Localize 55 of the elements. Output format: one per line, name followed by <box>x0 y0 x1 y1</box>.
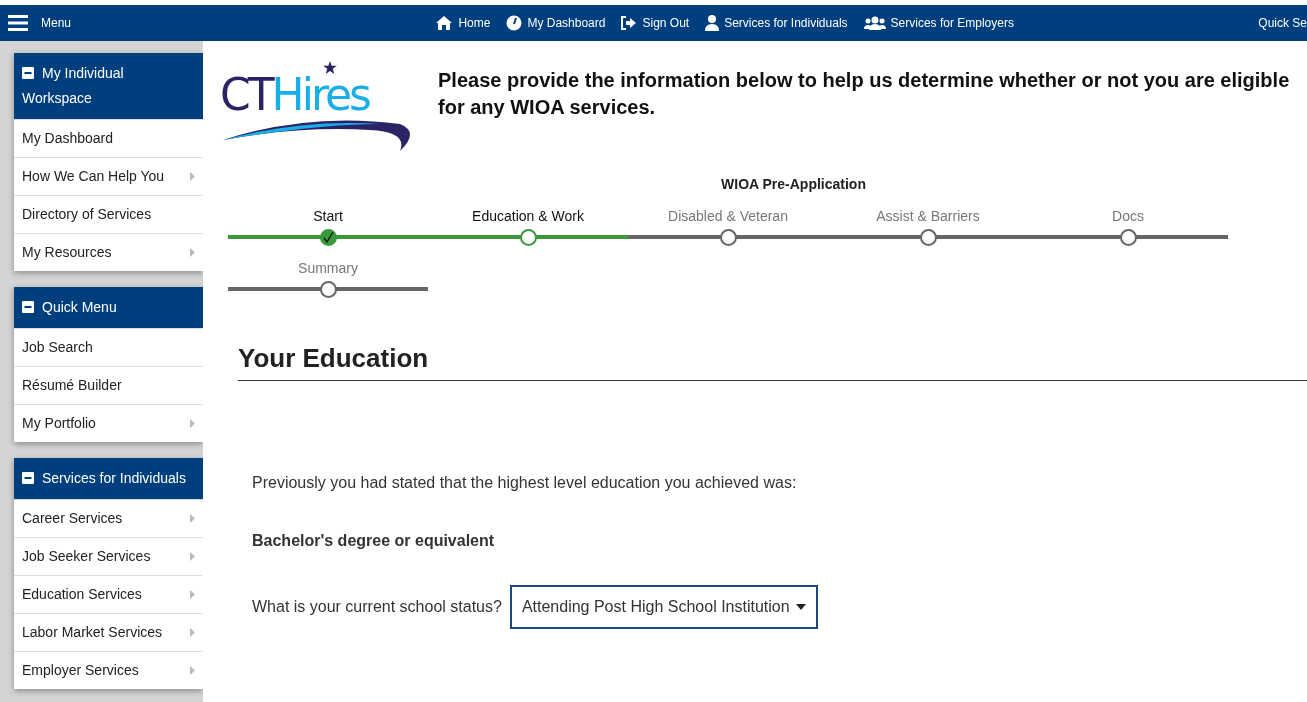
section-heading: Your Education <box>238 343 429 373</box>
sidebar-item[interactable]: Career Services <box>14 499 203 537</box>
step-label[interactable]: Docs <box>1028 203 1228 229</box>
sidebar-item[interactable]: Résumé Builder <box>14 366 203 404</box>
step-label[interactable]: Education & Work <box>428 203 628 229</box>
intro-text: Please provide the information below to help us determine whether or not you are eligible for any WIOA services. <box>438 68 1291 120</box>
panel-header[interactable]: Services for Individuals <box>14 458 203 499</box>
logo-text: CTHires <box>220 74 370 116</box>
nav-link[interactable]: My Dashboard <box>506 14 606 32</box>
collapse-icon[interactable] <box>22 301 34 313</box>
collapse-icon[interactable] <box>22 67 34 79</box>
gauge-icon <box>506 15 523 31</box>
sidebar-item[interactable]: My Portfolio <box>14 404 203 442</box>
nav-link[interactable]: Sign Out <box>621 14 690 32</box>
sidebar-item[interactable]: My Dashboard <box>14 119 203 157</box>
step-label[interactable]: Summary <box>228 255 428 281</box>
chevron-icon <box>190 590 195 599</box>
sidebar-item[interactable]: Job Search <box>14 328 203 366</box>
chevron-icon <box>190 514 195 523</box>
star-icon <box>323 61 337 74</box>
sidebar-item[interactable]: Directory of Services <box>14 195 203 233</box>
sidebar-item[interactable]: Labor Market Services <box>14 613 203 651</box>
sidebar-item[interactable]: Employer Services <box>14 651 203 689</box>
menu-button[interactable]: Menu <box>8 14 72 32</box>
quick-search-link[interactable]: Quick Se <box>1258 14 1307 32</box>
chevron-icon <box>190 666 195 675</box>
panel-header[interactable]: Quick Menu <box>14 287 203 328</box>
nav-link[interactable]: Services for Employers <box>863 14 1014 32</box>
chevron-icon <box>190 552 195 561</box>
home-icon <box>435 15 454 31</box>
nav-link[interactable]: Services for Individuals <box>705 14 848 32</box>
education-value: Bachelor's degree or equivalent <box>252 531 496 551</box>
caret-icon <box>795 604 806 610</box>
sidebar-item[interactable]: Job Seeker Services <box>14 537 203 575</box>
sidebar-item[interactable]: Education Services <box>14 575 203 613</box>
menu-icon <box>8 15 28 31</box>
chevron-icon <box>190 172 195 181</box>
step-label[interactable]: Start <box>228 203 428 229</box>
users-icon <box>863 16 886 30</box>
statement-text: Previously you had stated that the highest level education you achieved was: <box>252 473 798 493</box>
chevron-icon <box>190 248 195 257</box>
chevron-icon <box>190 628 195 637</box>
collapse-icon[interactable] <box>22 472 34 484</box>
sidebar-item[interactable]: My Resources <box>14 233 203 271</box>
user-icon <box>705 15 720 31</box>
step-label[interactable]: Disabled & Veteran <box>628 203 828 229</box>
nav-link[interactable]: Home <box>435 14 491 32</box>
field-label: What is your current school status? <box>252 597 502 617</box>
sidebar-item[interactable]: How We Can Help You <box>14 157 203 195</box>
progress-title: WIOA Pre-Application <box>720 175 867 194</box>
school-status-select[interactable]: Attending Post High School Institution <box>509 585 818 629</box>
sign-out-icon <box>621 16 638 30</box>
step-label[interactable]: Assist & Barriers <box>828 203 1028 229</box>
chevron-icon <box>190 419 195 428</box>
panel-header[interactable]: My Individual Workspace <box>14 53 203 119</box>
